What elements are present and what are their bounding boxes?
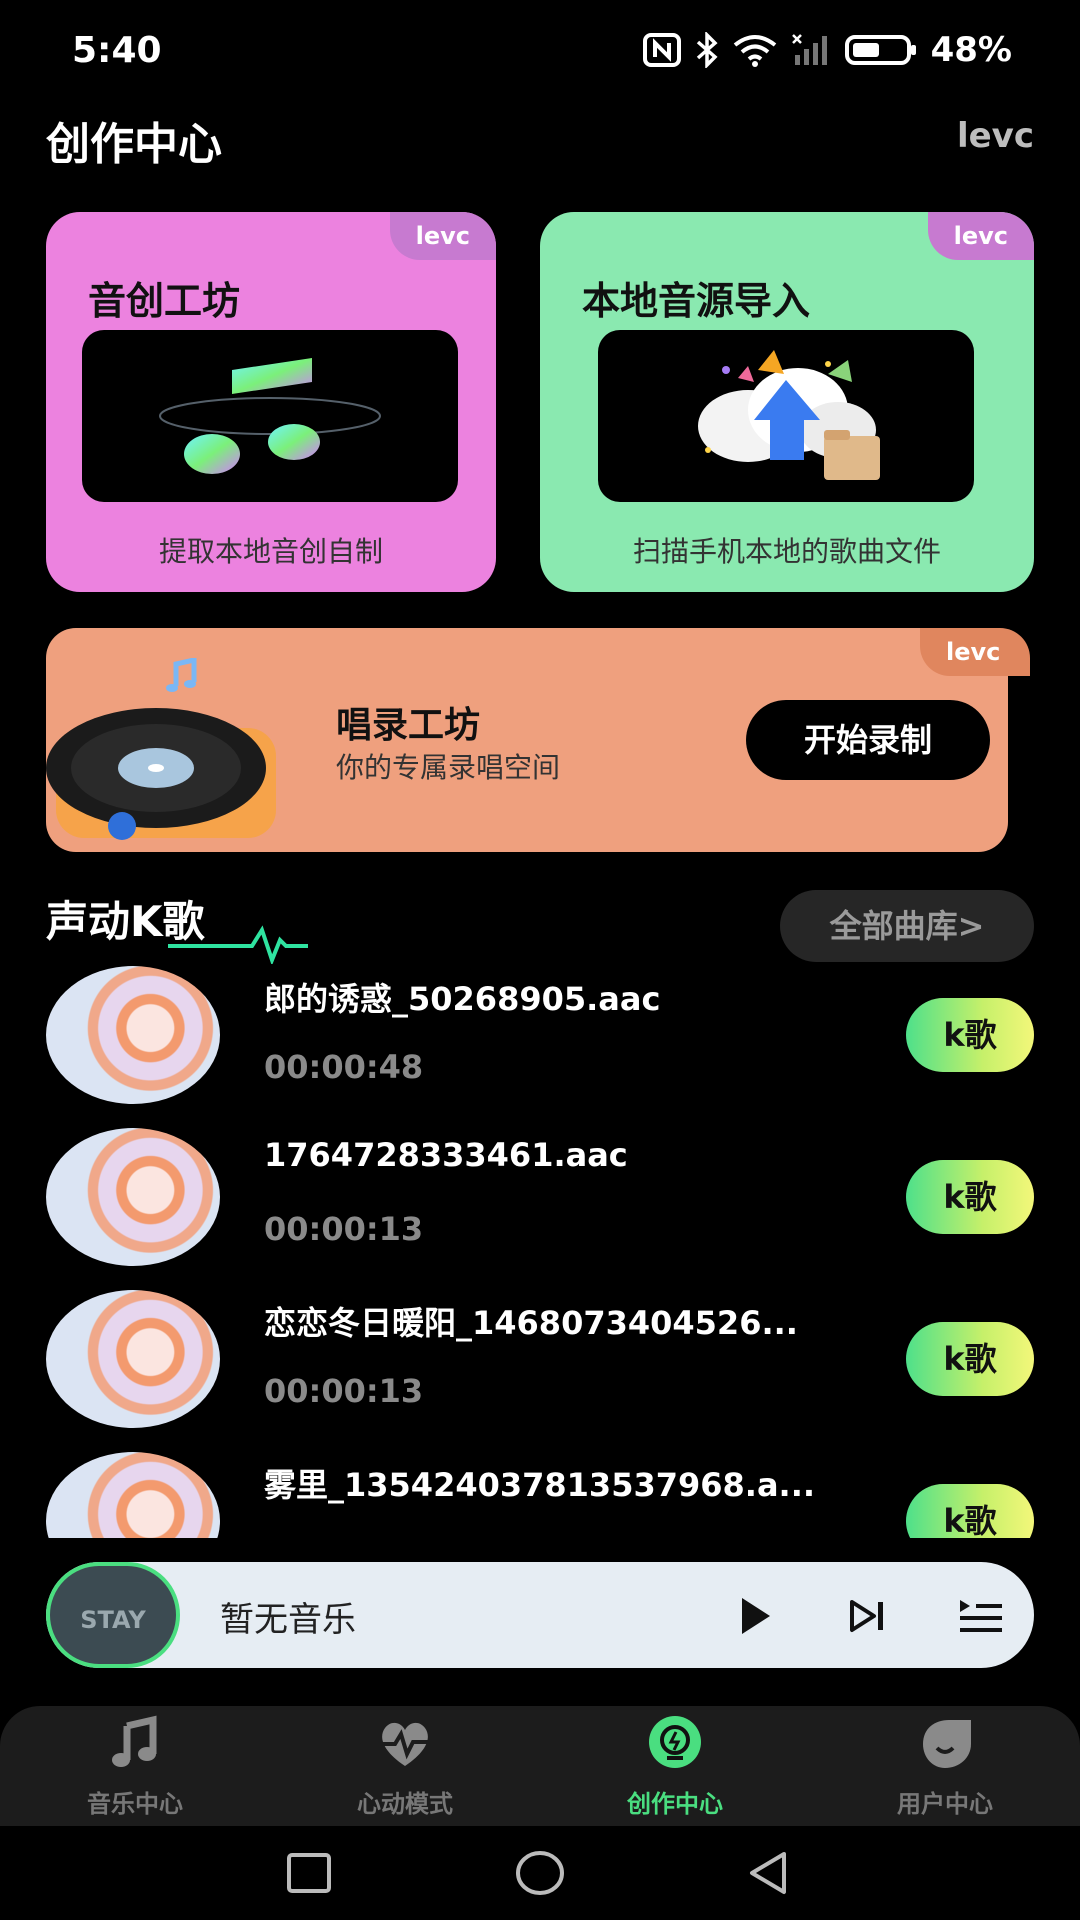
card-local-import[interactable]: levc 本地音源导入 扫描手机本地的歌曲文件 [540,212,1034,592]
list-item[interactable]: 郎的诱惑_50268905.aac 00:00:48 k歌 [0,960,1080,1122]
status-time: 5:40 [72,30,162,71]
disc-thumbnail [46,1290,220,1428]
nav-label: 用户中心 [897,1790,993,1818]
recent-apps-icon[interactable] [286,1852,332,1894]
mini-player[interactable]: STAY 暂无音乐 [46,1562,1034,1668]
song-name: 郎的诱惑_50268905.aac [264,980,661,1018]
back-icon[interactable] [744,1850,792,1896]
list-item[interactable]: 1764728333461.aac 00:00:13 k歌 [0,1122,1080,1284]
record-workshop-banner[interactable]: 唱录工坊 你的专属录唱空间 开始录制 [46,628,1008,852]
card-subtitle: 提取本地音创自制 [158,535,383,568]
nav-user-center[interactable]: 用户中心 [810,1714,1080,1819]
battery-icon [844,35,916,65]
album-cover[interactable]: STAY [46,1562,180,1668]
card-title: 本地音源导入 [582,279,811,323]
nav-heartbeat-mode[interactable]: 心动模式 [270,1714,540,1819]
heartbeat-line-icon [168,925,308,964]
bottom-nav: 音乐中心 心动模式 创作中心 用户中心 [0,1706,1080,1826]
list-item[interactable]: 恋恋冬日暖阳_1468073404526... 00:00:13 k歌 [0,1284,1080,1446]
wifi-icon [733,35,776,67]
karaoke-button[interactable]: k歌 [906,1160,1034,1234]
nav-label: 心动模式 [357,1790,453,1818]
bulb-icon [649,1716,701,1768]
system-nav-bar [0,1826,1080,1920]
nav-label: 音乐中心 [87,1790,183,1818]
nav-label: 创作中心 [627,1790,723,1818]
battery-percent: 48% [930,30,1012,70]
now-playing-title: 暂无音乐 [220,1600,356,1640]
play-icon[interactable] [726,1588,782,1644]
start-recording-button[interactable]: 开始录制 [746,700,990,780]
song-duration: 00:00:48 [264,1048,424,1086]
banner-subtitle: 你的专属录唱空间 [336,751,561,784]
card-subtitle: 扫描手机本地的歌曲文件 [632,535,941,568]
cloud-upload-icon [598,330,974,502]
music-note-3d-icon [82,330,458,502]
header-brand: levc [956,116,1034,156]
all-library-button[interactable]: 全部曲库> [780,890,1034,962]
banner-tag: levc [920,628,1030,676]
list-item[interactable]: 雾里_135424037813537968.a... k歌 [0,1446,1080,1538]
nav-creation-center[interactable]: 创作中心 [540,1714,810,1819]
card-music-workshop[interactable]: levc 音创工坊 提取本地音创自制 [46,212,496,592]
banner-title: 唱录工坊 [336,705,481,746]
card-tag: levc [927,212,1034,260]
heartbeat-icon [379,1722,431,1766]
song-duration: 00:00:13 [264,1372,424,1410]
nav-music-center[interactable]: 音乐中心 [0,1714,270,1819]
card-tag: levc [389,212,496,260]
song-name: 雾里_135424037813537968.a... [264,1466,816,1504]
disc-thumbnail [46,1128,220,1266]
song-list: 郎的诱惑_50268905.aac 00:00:48 k歌 1764728333… [0,960,1080,1538]
page-title: 创作中心 [46,119,222,170]
karaoke-button[interactable]: k歌 [906,1484,1034,1538]
song-name: 1764728333461.aac [264,1136,628,1174]
album-cover-text: STAY [80,1606,146,1634]
status-icons: 48% [642,30,1012,70]
next-icon[interactable] [840,1588,896,1644]
karaoke-button[interactable]: k歌 [906,998,1034,1072]
disc-thumbnail [46,1452,220,1538]
music-note-icon [112,1715,157,1767]
vinyl-player-icon [46,656,296,848]
signal-icon [791,34,827,65]
playlist-icon[interactable] [952,1588,1008,1644]
nfc-icon [642,33,681,67]
song-duration: 00:00:13 [264,1210,424,1248]
card-title: 音创工坊 [88,279,241,323]
karaoke-button[interactable]: k歌 [906,1322,1034,1396]
user-face-icon [923,1720,971,1768]
home-icon[interactable] [514,1850,566,1896]
song-name: 恋恋冬日暖阳_1468073404526... [264,1304,798,1342]
disc-thumbnail [46,966,220,1104]
bluetooth-icon [696,32,718,68]
